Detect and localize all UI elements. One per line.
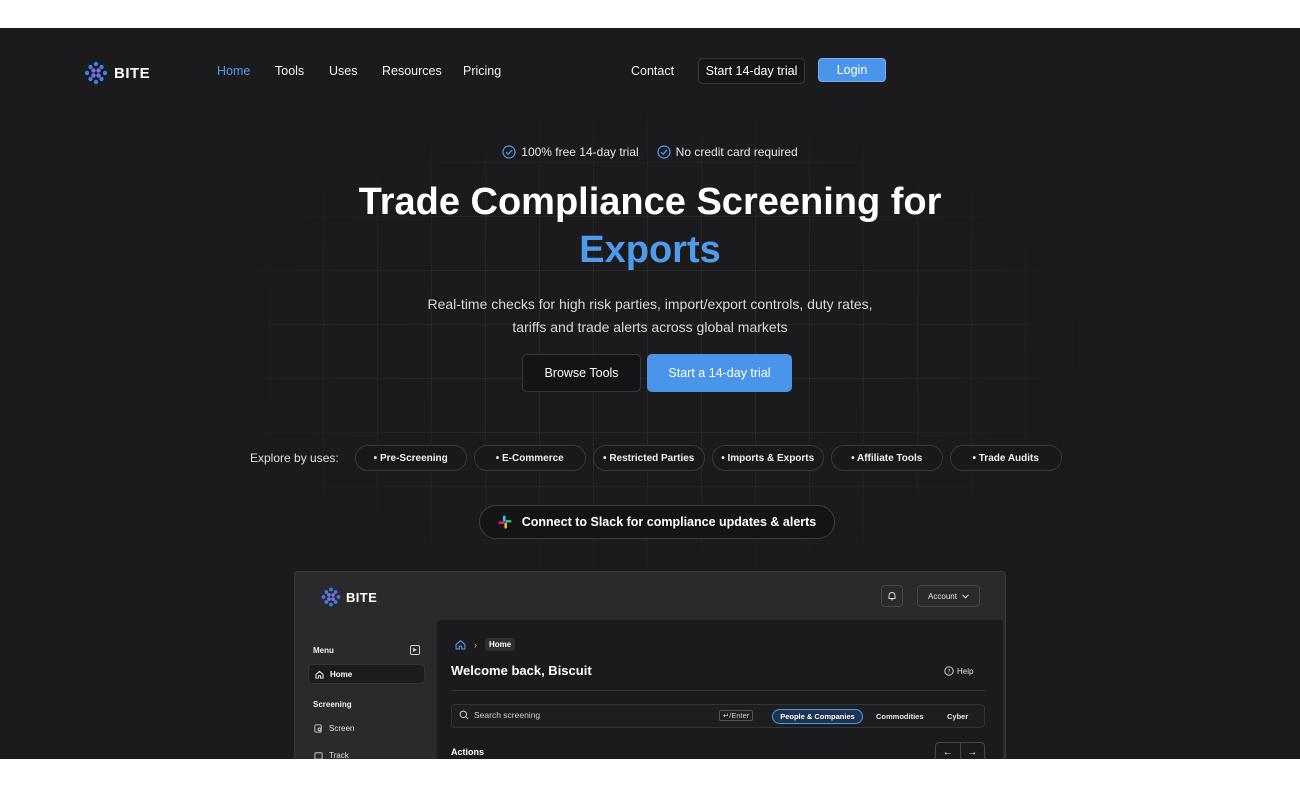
help-icon: ? (944, 666, 954, 676)
search-input[interactable]: Search screening (459, 710, 540, 720)
preview-main-panel: › Home Welcome back, Biscuit ? Help Sear… (437, 620, 1003, 759)
welcome-heading: Welcome back, Biscuit (451, 663, 592, 678)
previous-arrow-icon[interactable]: ← (936, 743, 961, 759)
badge-free-trial-label: 100% free 14-day trial (521, 145, 639, 159)
badge-free-trial: 100% free 14-day trial (502, 145, 639, 159)
notifications-button[interactable] (881, 585, 903, 607)
divider (451, 690, 985, 691)
slack-connect-label: Connect to Slack for compliance updates … (521, 515, 817, 529)
slack-icon (498, 515, 512, 529)
hero-title-main: Trade Compliance Screening for (358, 181, 942, 223)
chip-pre-screening[interactable]: • Pre-Screening (354, 445, 467, 471)
page: BITE Home Tools Uses Resources Pricing C… (0, 28, 1300, 759)
chevron-right-icon: › (474, 639, 477, 650)
hero-subtitle: Real-time checks for high risk parties, … (0, 293, 1300, 339)
actions-pager: ← → (935, 742, 985, 759)
menu-label: Menu (313, 646, 334, 655)
bite-logo-icon (84, 61, 108, 85)
bite-logo-icon (321, 587, 341, 607)
next-arrow-icon[interactable]: → (961, 743, 985, 759)
bell-icon (888, 592, 896, 601)
badge-no-card-label: No credit card required (675, 145, 798, 159)
chip-e-commerce[interactable]: • E-Commerce (473, 445, 586, 471)
slack-connect-button[interactable]: Connect to Slack for compliance updates … (479, 505, 835, 539)
explore-by-uses: Explore by uses: • Pre-Screening • E-Com… (250, 445, 1069, 471)
sidebar-item-track[interactable]: Track (314, 751, 349, 759)
chevron-down-icon (962, 593, 969, 599)
sidebar-section-screening: Screening (313, 700, 352, 709)
check-circle-icon (502, 145, 516, 159)
help-label: Help (957, 666, 974, 676)
sidebar-item-screen[interactable]: Screen (314, 724, 354, 733)
breadcrumb-home[interactable]: Home (485, 638, 516, 651)
top-navbar: BITE Home Tools Uses Resources Pricing C… (0, 28, 1300, 114)
home-icon[interactable] (455, 639, 466, 650)
enter-key-hint: ↵/Enter (719, 710, 754, 721)
tab-commodities[interactable]: Commodities (876, 712, 924, 721)
screening-search-bar: Search screening ↵/Enter People & Compan… (451, 704, 985, 728)
preview-sidebar: Menu ▸ Home Screening Screen Track (295, 620, 433, 759)
preview-brand-logo: BITE (321, 587, 377, 607)
hero-title: Trade Compliance Screening for Exports (0, 178, 1300, 274)
tab-cyber[interactable]: Cyber (947, 712, 968, 721)
svg-text:?: ? (947, 668, 950, 675)
brand-logo[interactable]: BITE (84, 61, 150, 85)
hero-subtitle-line1: Real-time checks for high risk parties, … (427, 296, 873, 312)
sidebar-item-screen-label: Screen (329, 724, 355, 733)
home-icon (315, 670, 324, 679)
nav-link-tools[interactable]: Tools (275, 64, 304, 78)
chip-trade-audits[interactable]: • Trade Audits (949, 445, 1062, 471)
check-circle-icon (657, 145, 671, 159)
actions-heading: Actions (451, 747, 485, 757)
tab-people-companies[interactable]: People & Companies (772, 709, 863, 724)
login-button[interactable]: Login (818, 58, 886, 82)
help-button[interactable]: ? Help (944, 666, 973, 676)
start-trial-nav-button[interactable]: Start 14-day trial (698, 58, 805, 84)
search-icon (459, 710, 469, 720)
hero-title-accent: Exports (579, 229, 721, 271)
chip-restricted-parties[interactable]: • Restricted Parties (592, 445, 705, 471)
nav-link-contact[interactable]: Contact (631, 64, 674, 78)
nav-link-resources[interactable]: Resources (382, 64, 442, 78)
preview-brand-name: BITE (346, 589, 378, 605)
screen-search-icon (314, 724, 322, 733)
sidebar-item-track-label: Track (329, 751, 349, 759)
sidebar-item-home-label: Home (330, 669, 353, 679)
search-placeholder: Search screening (474, 710, 541, 720)
collapse-menu-icon[interactable]: ▸ (410, 645, 420, 655)
chip-imports-exports[interactable]: • Imports & Exports (711, 445, 824, 471)
hero-badges: 100% free 14-day trial No credit card re… (0, 145, 1300, 159)
brand-name: BITE (114, 64, 151, 82)
breadcrumb: › Home (455, 638, 516, 651)
app-preview: BITE Account Menu ▸ Home Screening Scree… (294, 571, 1006, 759)
account-dropdown[interactable]: Account (917, 585, 980, 607)
start-trial-button[interactable]: Start a 14-day trial (647, 354, 792, 392)
chip-affiliate-tools[interactable]: • Affiliate Tools (830, 445, 943, 471)
account-label: Account (928, 591, 957, 601)
sidebar-item-home[interactable]: Home (308, 664, 425, 684)
nav-link-home[interactable]: Home (217, 64, 250, 78)
badge-no-card: No credit card required (657, 145, 798, 159)
track-icon (314, 752, 323, 759)
hero-subtitle-line2: tariffs and trade alerts across global m… (512, 319, 788, 335)
explore-label: Explore by uses: (250, 451, 339, 465)
browse-tools-button[interactable]: Browse Tools (522, 354, 641, 392)
nav-link-pricing[interactable]: Pricing (463, 64, 501, 78)
nav-link-uses[interactable]: Uses (329, 64, 357, 78)
